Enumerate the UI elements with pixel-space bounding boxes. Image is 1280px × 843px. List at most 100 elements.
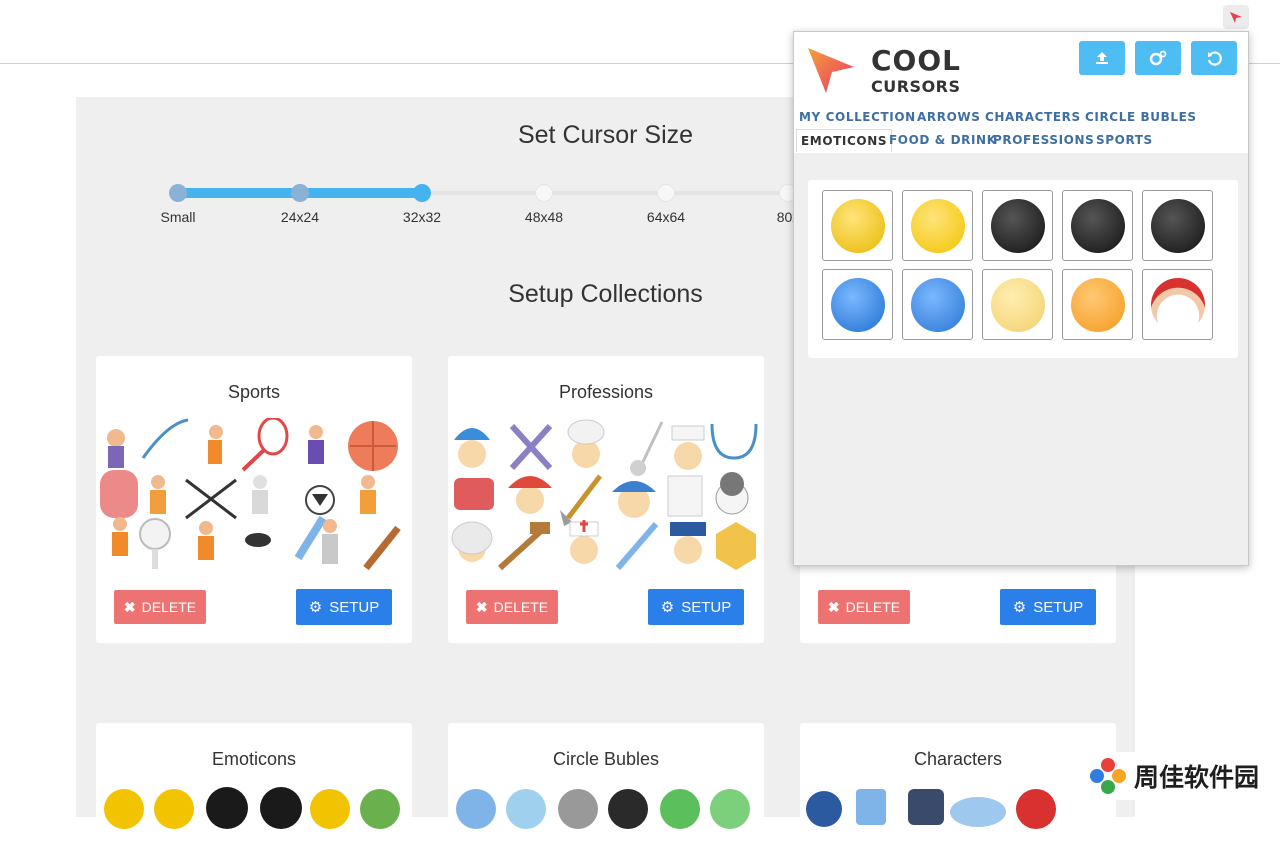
card-title: Emoticons bbox=[211, 749, 297, 769]
bubble-preview-icon bbox=[660, 789, 700, 829]
cool-cursors-extension-button[interactable] bbox=[1223, 5, 1249, 29]
emoticon-yellow-bored-icon bbox=[910, 198, 965, 253]
emoticon-cursor-option[interactable] bbox=[822, 269, 893, 340]
size-stop-24[interactable] bbox=[291, 184, 309, 202]
setup-button[interactable]: ⚙ SETUP bbox=[648, 589, 744, 625]
setup-label: SETUP bbox=[1033, 598, 1084, 616]
popup-header: COOL CURSORS MY COLLECTION ARROWS CHARAC… bbox=[794, 32, 1248, 153]
setup-button[interactable]: ⚙ SETUP bbox=[296, 589, 392, 625]
emoticon-orange-speech-icon bbox=[1070, 277, 1125, 332]
character-preview-icon bbox=[806, 791, 842, 827]
card-title: Professions bbox=[558, 382, 654, 402]
upload-icon bbox=[1096, 52, 1108, 64]
bubble-preview-icon bbox=[608, 789, 648, 829]
reset-icon bbox=[1207, 51, 1222, 66]
cursor-arrow-icon bbox=[1230, 12, 1242, 23]
emoticon-santa-icon bbox=[1150, 277, 1205, 332]
size-stop-48[interactable] bbox=[535, 184, 553, 202]
collection-card-emoticons: Emoticons bbox=[96, 723, 412, 843]
card-title: Characters bbox=[913, 749, 1003, 769]
tab-my-collection[interactable]: MY COLLECTION bbox=[799, 110, 916, 124]
card-title: Circle Bubles bbox=[552, 749, 660, 769]
collection-card-sports: Sports ✖ DELETE ⚙ SETUP bbox=[96, 356, 412, 643]
tab-characters[interactable]: CHARACTERS bbox=[985, 110, 1081, 124]
bubble-preview-icon bbox=[558, 789, 598, 829]
emoticon-preview-icon bbox=[310, 789, 350, 829]
pinwheel-logo-icon bbox=[1090, 758, 1126, 794]
character-preview-icon bbox=[856, 789, 886, 825]
watermark-text: 周佳软件园 bbox=[1134, 763, 1260, 792]
character-preview-icon bbox=[908, 789, 944, 825]
card-title: Sports bbox=[227, 382, 281, 402]
emoticon-preview-icon bbox=[154, 789, 194, 829]
size-stop-small[interactable] bbox=[169, 184, 187, 202]
bubble-preview-icon bbox=[710, 789, 750, 829]
professions-cursor-icons bbox=[451, 419, 758, 571]
close-icon: ✖ bbox=[827, 598, 840, 615]
close-icon: ✖ bbox=[123, 598, 136, 615]
collection-card-characters: Characters bbox=[800, 723, 1116, 843]
emoticon-black-eyes-up-icon bbox=[1070, 198, 1125, 253]
emoticon-cursor-option[interactable] bbox=[822, 190, 893, 261]
emoticon-cursor-option[interactable] bbox=[1142, 190, 1213, 261]
close-icon: ✖ bbox=[475, 598, 488, 615]
gears-icon: ⚙ bbox=[308, 599, 323, 616]
emoticon-preview-icon bbox=[360, 789, 400, 829]
size-label: 64x64 bbox=[646, 209, 686, 225]
watermark: 周佳软件园 bbox=[1082, 752, 1280, 800]
emoticon-grid bbox=[808, 180, 1238, 358]
emoticon-cursor-option[interactable] bbox=[902, 190, 973, 261]
tab-food-drink[interactable]: FOOD & DRINK bbox=[889, 133, 997, 147]
emoticon-cursor-option[interactable] bbox=[1062, 190, 1133, 261]
upload-button[interactable] bbox=[1079, 41, 1125, 75]
character-preview-icon bbox=[1016, 789, 1056, 829]
sports-cursor-icons bbox=[100, 418, 401, 571]
settings-button[interactable] bbox=[1135, 41, 1181, 75]
size-label: 24x24 bbox=[280, 209, 320, 225]
logo-cursors: CURSORS bbox=[871, 77, 961, 96]
size-stop-32[interactable] bbox=[413, 184, 431, 202]
size-label: Small bbox=[160, 209, 196, 225]
delete-button[interactable]: ✖ DELETE bbox=[466, 590, 558, 624]
delete-button[interactable]: ✖ DELETE bbox=[818, 590, 910, 624]
character-preview-icon bbox=[950, 797, 1006, 827]
settings-icon bbox=[1149, 50, 1167, 66]
collection-card-professions: Professions ✖ DELETE ⚙ SETUP bbox=[448, 356, 764, 643]
tab-emoticons[interactable]: EMOTICONS bbox=[796, 129, 893, 152]
setup-button[interactable]: ⚙ SETUP bbox=[1000, 589, 1096, 625]
bubble-preview-icon bbox=[456, 789, 496, 829]
delete-button[interactable]: ✖ DELETE bbox=[114, 590, 206, 624]
tab-professions[interactable]: PROFESSIONS bbox=[993, 133, 1094, 147]
emoticon-preview-icon bbox=[104, 789, 144, 829]
tab-arrows[interactable]: ARROWS bbox=[917, 110, 980, 124]
size-label: 32x32 bbox=[402, 209, 442, 225]
emoticon-blue-bored-icon bbox=[910, 277, 965, 332]
emoticon-blue-grumpy-icon bbox=[830, 277, 885, 332]
cool-cursors-logo-icon bbox=[808, 48, 854, 93]
emoticon-cream-smile-icon bbox=[990, 277, 1045, 332]
emoticon-black-sunglasses-icon bbox=[990, 198, 1045, 253]
emoticon-preview-icon bbox=[206, 787, 248, 829]
emoticon-cursor-option[interactable] bbox=[902, 269, 973, 340]
emoticon-cursor-option[interactable] bbox=[1062, 269, 1133, 340]
delete-label: DELETE bbox=[845, 599, 901, 615]
setup-label: SETUP bbox=[329, 598, 380, 616]
collection-card-circle-bubles: Circle Bubles bbox=[448, 723, 764, 843]
size-label: 48x48 bbox=[524, 209, 564, 225]
gears-icon: ⚙ bbox=[660, 599, 675, 616]
emoticon-preview-icon bbox=[260, 787, 302, 829]
emoticon-cursor-option[interactable] bbox=[982, 269, 1053, 340]
tab-sports[interactable]: SPORTS bbox=[1096, 133, 1153, 147]
delete-label: DELETE bbox=[493, 599, 549, 615]
emoticon-yellow-grumpy-icon bbox=[830, 198, 885, 253]
setup-label: SETUP bbox=[681, 598, 732, 616]
delete-label: DELETE bbox=[141, 599, 197, 615]
reset-button[interactable] bbox=[1191, 41, 1237, 75]
emoticon-cursor-option[interactable] bbox=[982, 190, 1053, 261]
size-stop-64[interactable] bbox=[657, 184, 675, 202]
cool-cursors-popup: COOL CURSORS MY COLLECTION ARROWS CHARAC… bbox=[793, 31, 1249, 566]
tab-circle-bubles[interactable]: CIRCLE BUBLES bbox=[1085, 110, 1197, 124]
bubble-preview-icon bbox=[506, 789, 546, 829]
emoticon-cursor-option[interactable] bbox=[1142, 269, 1213, 340]
emoticon-black-shocked-icon bbox=[1150, 198, 1205, 253]
